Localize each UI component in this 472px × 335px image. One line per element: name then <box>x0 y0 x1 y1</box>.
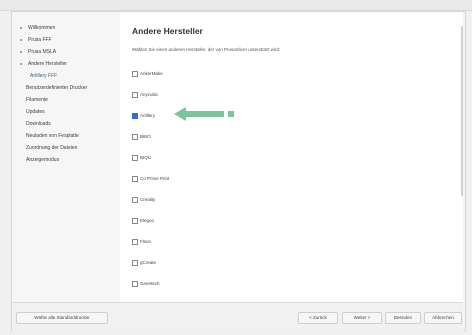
vendor-label: Creality <box>140 197 156 202</box>
checkbox[interactable] <box>132 197 138 203</box>
vendor-option-artillery[interactable]: Artillery <box>132 111 155 121</box>
vendor-label: AnkerMake <box>140 71 163 76</box>
vendor-option-biqu[interactable]: BIQU <box>132 153 151 163</box>
bullet-icon <box>20 50 22 53</box>
sidebar-item-label: Andere Hersteller <box>28 61 67 67</box>
sidebar-item-willkommen[interactable]: Willkommen <box>20 23 55 33</box>
checkbox[interactable] <box>132 218 138 224</box>
sidebar-item-label: Artillery FFF <box>30 73 58 79</box>
vendor-label: gCreate <box>140 260 157 265</box>
sidebar-item-label: Prusa MSLA <box>28 49 57 55</box>
vendor-label: Anycubic <box>140 92 159 97</box>
select-all-default-printers-button[interactable]: Wähle alle Standarddrucker <box>16 312 108 324</box>
vendor-option-co-prime-print[interactable]: Co Prime Print <box>132 174 169 184</box>
sidebar-item-andere-hersteller[interactable]: Andere Hersteller <box>20 59 67 69</box>
vendor-label: BIQU <box>140 155 152 160</box>
wizard-footer: Wähle alle Standarddrucker < Zurück Weit… <box>12 302 463 331</box>
checkbox[interactable] <box>132 92 138 98</box>
vendor-option-anycubic[interactable]: Anycubic <box>132 90 158 100</box>
finish-button[interactable]: Beenden <box>385 312 421 324</box>
vendor-option-flsun[interactable]: Flsun <box>132 237 151 247</box>
checkbox[interactable] <box>132 260 138 266</box>
vendor-selection-panel: Andere Hersteller Wählen Sie einen ander… <box>120 12 463 308</box>
checkbox[interactable] <box>132 134 138 140</box>
left-arrow-icon <box>174 107 234 121</box>
sidebar-item-label: Zuordnung der Dateien <box>26 145 78 151</box>
sidebar-item-label: Updates <box>26 109 45 115</box>
back-button[interactable]: < Zurück <box>298 312 338 324</box>
bullet-icon <box>20 26 22 29</box>
checkbox[interactable] <box>132 71 138 77</box>
next-button[interactable]: Weiter > <box>342 312 382 324</box>
vendor-option-geeetech[interactable]: Geeetech <box>132 279 160 289</box>
sidebar-item-filaments[interactable]: Filamente <box>26 95 48 105</box>
checkbox[interactable] <box>132 281 138 287</box>
sidebar-item-label: Filamente <box>26 97 48 103</box>
vendor-label: BIBO <box>140 134 151 139</box>
checkbox[interactable] <box>132 239 138 245</box>
sidebar-item-custom-printer[interactable]: Benutzerdefinierter Drucker <box>26 83 87 93</box>
vendor-option-creality[interactable]: Creality <box>132 195 155 205</box>
sidebar-item-label: Downloads <box>26 121 51 127</box>
vendor-label: Elegoo <box>140 218 155 223</box>
vendor-option-gcreate[interactable]: gCreate <box>132 258 156 268</box>
sidebar-item-downloads[interactable]: Downloads <box>26 119 51 129</box>
bullet-icon <box>20 62 22 65</box>
page-title: Andere Hersteller <box>132 26 203 36</box>
vendor-label: Co Prime Print <box>140 176 170 181</box>
sidebar-item-artillery-fff[interactable]: Artillery FFF <box>30 71 57 81</box>
sidebar-item-file-association[interactable]: Zuordnung der Dateien <box>26 143 77 153</box>
vendor-option-elegoo[interactable]: Elegoo <box>132 216 154 226</box>
checkbox-checked[interactable] <box>132 113 138 119</box>
sidebar-item-label: Anzeigemodus <box>26 157 60 163</box>
checkbox[interactable] <box>132 155 138 161</box>
vendor-option-bibo[interactable]: BIBO <box>132 132 151 142</box>
setup-wizard-window: Willkommen Prusa FFF Prusa MSLA Andere H… <box>11 11 466 331</box>
sidebar-item-label: Willkommen <box>28 25 56 31</box>
vendor-option-ankermake[interactable]: AnkerMake <box>132 69 163 79</box>
vertical-scrollbar[interactable] <box>461 26 463 196</box>
sidebar-item-label: Benutzerdefinierter Drucker <box>26 85 88 91</box>
wizard-sidebar: Willkommen Prusa FFF Prusa MSLA Andere H… <box>12 12 120 302</box>
cancel-button[interactable]: Abbrechen <box>424 312 462 324</box>
sidebar-item-updates[interactable]: Updates <box>26 107 45 117</box>
vendor-label: Flsun <box>140 239 152 244</box>
title-bar <box>0 0 472 11</box>
sidebar-item-prusa-msla[interactable]: Prusa MSLA <box>20 47 56 57</box>
sidebar-item-reload-from-disk[interactable]: Neuladen von Fesplatte <box>26 131 79 141</box>
sidebar-item-prusa-fff[interactable]: Prusa FFF <box>20 35 52 45</box>
page-description: Wählen Sie einen anderen Hersteller, der… <box>132 47 281 52</box>
sidebar-item-label: Neuladen von Fesplatte <box>26 133 79 139</box>
sidebar-item-view-mode[interactable]: Anzeigemodus <box>26 155 59 165</box>
vendor-label: Artillery <box>140 113 156 118</box>
bullet-icon <box>20 38 22 41</box>
sidebar-item-label: Prusa FFF <box>28 37 52 43</box>
checkbox[interactable] <box>132 176 138 182</box>
vendor-label: Geeetech <box>140 281 160 286</box>
